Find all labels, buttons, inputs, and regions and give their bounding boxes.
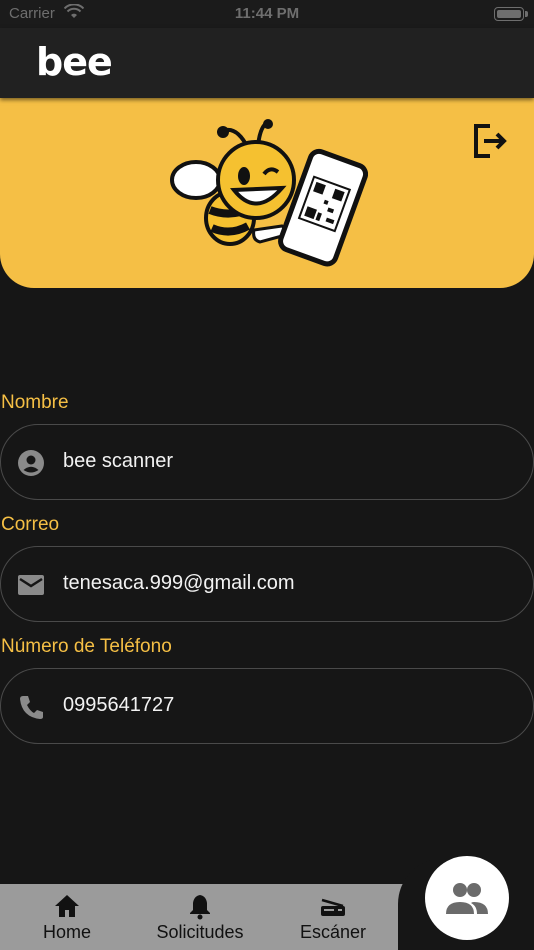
bee-mascot-illustration (170, 119, 368, 267)
account-circle-icon (18, 450, 44, 476)
profile-header (0, 98, 534, 288)
mail-icon (18, 575, 44, 595)
name-field[interactable]: bee scanner (0, 424, 534, 500)
scanner-icon (321, 898, 345, 916)
status-bar: Carrier 11:44 PM (0, 0, 534, 28)
email-label: Correo (1, 514, 60, 535)
phone-label: Número de Teléfono (1, 636, 172, 657)
nav-escaner[interactable]: Escáner (266, 884, 400, 950)
nav-solicitudes-label: Solicitudes (156, 922, 244, 942)
nav-home[interactable]: Home (0, 884, 134, 950)
clock: 11:44 PM (234, 5, 300, 22)
email-field[interactable]: tenesaca.999@gmail.com (0, 546, 534, 622)
name-label: Nombre (1, 392, 69, 413)
battery-icon (494, 7, 528, 21)
phone-field[interactable]: 0995641727 (0, 668, 534, 744)
email-value: tenesaca.999@gmail.com (63, 572, 295, 594)
name-value: bee scanner (63, 450, 174, 472)
profile-fab-button[interactable] (425, 856, 509, 940)
nav-escaner-label: Escáner (299, 922, 367, 942)
logout-icon[interactable] (472, 122, 510, 160)
phone-value: 0995641727 (63, 694, 175, 716)
nav-home-label: Home (42, 922, 91, 942)
people-icon (446, 883, 488, 914)
nav-solicitudes[interactable]: Solicitudes (133, 884, 267, 950)
home-icon (55, 895, 79, 917)
bell-icon (190, 895, 210, 920)
app-bar: bee (0, 28, 534, 98)
app-logo: bee (36, 40, 113, 84)
phone-icon (20, 696, 43, 719)
